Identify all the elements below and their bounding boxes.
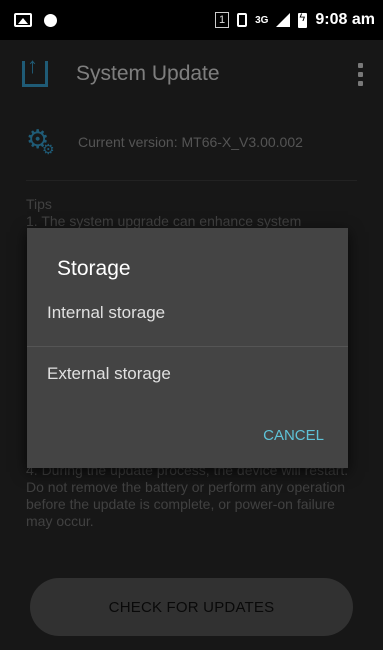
signal-icon xyxy=(276,13,291,27)
option-internal-storage[interactable]: Internal storage xyxy=(47,303,165,323)
storage-dialog: Storage Internal storage External storag… xyxy=(27,228,348,468)
battery-charging-icon xyxy=(298,12,308,28)
vibrate-icon xyxy=(237,13,248,27)
sim-slot-badge: 1 xyxy=(214,12,230,28)
image-notification-icon xyxy=(14,13,32,27)
status-bar: 1 3G 9:08 am xyxy=(0,0,383,40)
option-external-storage[interactable]: External storage xyxy=(47,364,171,384)
cancel-button[interactable]: CANCEL xyxy=(263,427,324,444)
network-type: 3G xyxy=(255,14,269,26)
dialog-title: Storage xyxy=(57,257,131,280)
status-time: 9:08 am xyxy=(315,11,375,28)
option-divider xyxy=(27,346,348,347)
dot-notification-icon xyxy=(44,13,57,27)
